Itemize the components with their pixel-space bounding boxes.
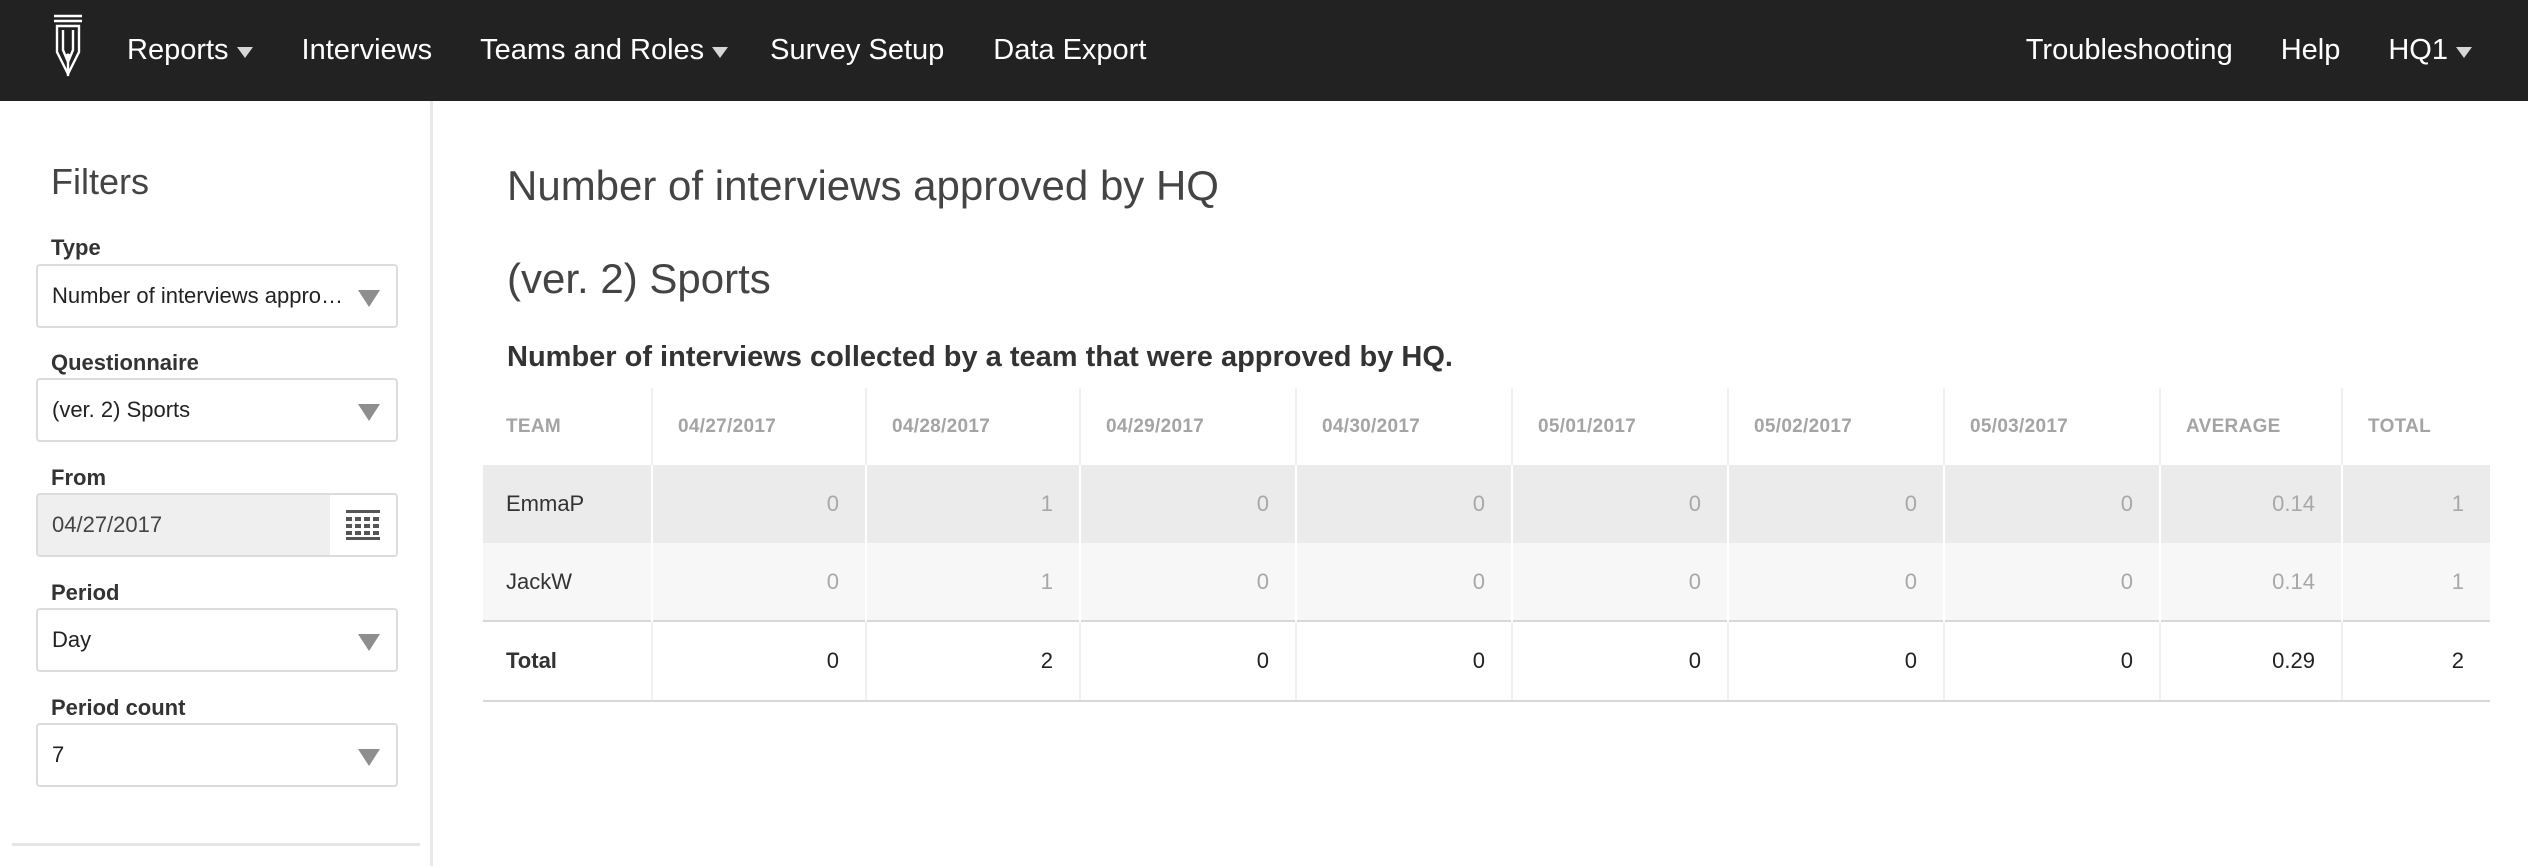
nav-troubleshooting-label: Troubleshooting [2025, 34, 2233, 66]
table-cell: 0 [1296, 543, 1513, 621]
chevron-down-icon [2456, 47, 2472, 58]
nav-help[interactable]: Help [2281, 34, 2341, 67]
chevron-down-icon [712, 47, 729, 58]
nav-data-export-label: Data Export [993, 34, 1147, 66]
period-count-label: Period count [51, 695, 186, 720]
total-cell: 1 [2342, 543, 2490, 621]
column-header-date[interactable]: 05/03/2017 [1944, 388, 2161, 465]
type-label: Type [51, 235, 101, 260]
column-header-date[interactable]: 04/27/2017 [652, 388, 867, 465]
table-cell: 0 [1944, 465, 2161, 543]
questionnaire-title: (ver. 2) Sports [507, 255, 771, 302]
table-cell: 0 [1728, 620, 1945, 702]
dropdown-arrow-icon [358, 749, 380, 766]
table-cell: 0 [1080, 465, 1297, 543]
sidebar-divider [12, 843, 420, 846]
table-cell: 0 [1296, 620, 1513, 702]
average-cell: 0.14 [2160, 465, 2343, 543]
team-name-cell: JackW [483, 543, 653, 621]
nav-survey-setup-label: Survey Setup [770, 34, 945, 66]
table-cell: 1 [866, 465, 1081, 543]
chevron-down-icon [236, 47, 253, 58]
table-cell: 0 [1080, 620, 1297, 702]
logo-pen-icon[interactable] [50, 10, 86, 82]
table-header-row: TEAM 04/27/2017 04/28/2017 04/29/2017 04… [483, 388, 2490, 465]
filters-title: Filters [51, 161, 149, 202]
table-cell: 0 [1944, 543, 2161, 621]
from-date-field[interactable]: 04/27/2017 [36, 493, 398, 557]
nav-data-export[interactable]: Data Export [993, 34, 1146, 67]
table-cell: 0 [1944, 620, 2161, 702]
filters-sidebar: Filters Type Number of interviews approv… [0, 101, 433, 866]
period-select-value: Day [52, 627, 92, 652]
team-name-cell: EmmaP [483, 465, 653, 543]
total-label-cell: Total [483, 620, 653, 702]
total-cell: 1 [2342, 465, 2490, 543]
table-cell: 0 [1728, 465, 1945, 543]
column-header-date[interactable]: 05/01/2017 [1512, 388, 1729, 465]
dropdown-arrow-icon [358, 404, 380, 421]
nav-interviews-label: Interviews [301, 34, 433, 66]
average-cell: 0.29 [2160, 620, 2343, 702]
column-header-date[interactable]: 05/02/2017 [1728, 388, 1945, 465]
type-select[interactable]: Number of interviews approved by HQ [36, 264, 398, 328]
nav-survey-setup[interactable]: Survey Setup [770, 34, 944, 67]
table-cell: 0 [652, 465, 867, 543]
period-select[interactable]: Day [36, 608, 398, 672]
period-count-select[interactable]: 7 [36, 723, 398, 787]
table-caption: Number of interviews collected by a team… [507, 341, 1453, 373]
nav-interviews[interactable]: Interviews [302, 34, 433, 67]
page-title: Number of interviews approved by HQ [507, 162, 1219, 209]
report-table: TEAM 04/27/2017 04/28/2017 04/29/2017 04… [483, 388, 2490, 702]
questionnaire-select[interactable]: (ver. 2) Sports [36, 378, 398, 442]
nav-help-label: Help [2280, 34, 2341, 66]
table-cell: 0 [652, 543, 867, 621]
calendar-icon[interactable] [330, 495, 396, 555]
from-label: From [51, 465, 106, 490]
nav-user-label: HQ1 [2388, 34, 2448, 66]
table-cell: 0 [1728, 543, 1945, 621]
table-cell: 1 [866, 543, 1081, 621]
column-header-date[interactable]: 04/30/2017 [1296, 388, 1513, 465]
period-count-select-value: 7 [52, 742, 65, 767]
period-label: Period [51, 580, 120, 605]
table-row: EmmaP 0 1 0 0 0 0 0 0.14 1 [483, 465, 2490, 543]
column-header-date[interactable]: 04/28/2017 [866, 388, 1081, 465]
nav-reports-label: Reports [127, 34, 229, 66]
column-header-total[interactable]: TOTAL [2342, 388, 2490, 465]
column-header-team[interactable]: TEAM [483, 388, 653, 465]
questionnaire-select-value: (ver. 2) Sports [52, 397, 191, 422]
column-header-average[interactable]: AVERAGE [2160, 388, 2343, 465]
average-cell: 0.14 [2160, 543, 2343, 621]
questionnaire-label: Questionnaire [51, 350, 199, 375]
table-total-row: Total 0 2 0 0 0 0 0 0.29 2 [483, 620, 2490, 702]
from-date-value: 04/27/2017 [52, 512, 163, 537]
dropdown-arrow-icon [358, 634, 380, 651]
nav-troubleshooting[interactable]: Troubleshooting [2026, 34, 2233, 67]
dropdown-arrow-icon [358, 290, 380, 307]
column-header-date[interactable]: 04/29/2017 [1080, 388, 1297, 465]
nav-user-menu[interactable]: HQ1 [2388, 34, 2472, 67]
type-select-value: Number of interviews approved by HQ [52, 283, 352, 308]
table-cell: 0 [652, 620, 867, 702]
nav-teams-and-roles-label: Teams and Roles [480, 34, 705, 66]
table-cell: 2 [866, 620, 1081, 702]
nav-reports[interactable]: Reports [127, 34, 253, 67]
top-navbar: Reports Interviews Teams and Roles Surve… [0, 0, 2528, 101]
table-cell: 0 [1296, 465, 1513, 543]
table-cell: 0 [1512, 465, 1729, 543]
table-cell: 0 [1512, 620, 1729, 702]
table-cell: 0 [1512, 543, 1729, 621]
nav-teams-and-roles[interactable]: Teams and Roles [480, 34, 729, 67]
table-cell: 0 [1080, 543, 1297, 621]
total-cell: 2 [2342, 620, 2490, 702]
table-row: JackW 0 1 0 0 0 0 0 0.14 1 [483, 543, 2490, 621]
